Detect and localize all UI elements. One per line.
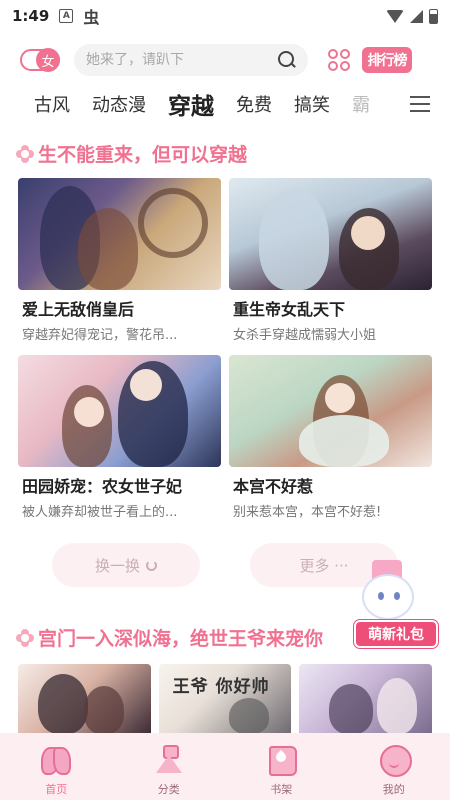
search-bar[interactable] bbox=[74, 44, 308, 76]
book-card[interactable]: 重生帝女乱天下 女杀手穿越成懦弱大小姐 bbox=[229, 178, 432, 343]
book-desc: 女杀手穿越成懦弱大小姐 bbox=[233, 328, 377, 343]
tab-gufeng[interactable]: 古风 bbox=[34, 91, 70, 117]
dress-icon bbox=[153, 743, 185, 775]
book-title: 爱上无敌俏皇后 bbox=[22, 300, 135, 319]
cover-brush-text: 王爷 你好帅 bbox=[172, 677, 270, 697]
nav-label: 分类 bbox=[157, 783, 180, 796]
book-cover-image[interactable] bbox=[18, 355, 221, 467]
notification-bug-icon: 虫 bbox=[83, 8, 100, 27]
rank-button[interactable]: 排行榜 bbox=[362, 47, 412, 73]
nav-label: 我的 bbox=[382, 783, 405, 796]
book-cover-image[interactable] bbox=[229, 355, 432, 467]
status-right bbox=[386, 8, 438, 24]
status-time: 1:49 bbox=[12, 7, 50, 25]
book-desc: 被人嫌弃却被世子看上的... bbox=[22, 505, 178, 520]
book-cover-image[interactable] bbox=[229, 178, 432, 290]
genre-tabs: 古风 动态漫 穿越 免费 搞笑 霸 bbox=[0, 84, 450, 124]
gift-package-badge[interactable]: 萌新礼包 bbox=[354, 560, 438, 652]
signal-icon bbox=[410, 9, 423, 23]
mascot-icon bbox=[362, 574, 414, 620]
book-row: 王爷 你好帅 bbox=[18, 664, 433, 734]
flower-icon bbox=[16, 628, 34, 647]
app-header: 女 排行榜 bbox=[0, 40, 450, 80]
book-icon bbox=[265, 743, 298, 776]
face-icon bbox=[378, 743, 412, 777]
book-card[interactable]: 爱上无敌俏皇后 穿越弃妃得宠记，警花吊... bbox=[18, 178, 221, 343]
nav-label: 书架 bbox=[270, 783, 293, 796]
refresh-button[interactable]: 换一换 bbox=[52, 543, 200, 587]
gender-label: 女 bbox=[36, 48, 60, 72]
section-title: 生不能重来，但可以穿越 bbox=[16, 140, 247, 167]
battery-icon bbox=[429, 8, 438, 24]
menu-icon[interactable] bbox=[410, 96, 430, 112]
book-cover-image[interactable] bbox=[18, 178, 221, 290]
more-label: 更多 ··· bbox=[299, 556, 349, 575]
tab-gaoxiao[interactable]: 搞笑 bbox=[294, 91, 330, 117]
nav-category[interactable]: 分类 bbox=[139, 743, 199, 797]
gift-label: 萌新礼包 bbox=[354, 620, 438, 648]
nav-home[interactable]: 首页 bbox=[26, 743, 86, 797]
book-title: 田园娇宠：农女世子妃 bbox=[22, 477, 183, 496]
book-title: 本宫不好惹 bbox=[233, 477, 314, 496]
flower-icon bbox=[16, 144, 34, 163]
butterfly-icon bbox=[40, 743, 72, 775]
book-cover-image[interactable] bbox=[299, 664, 433, 734]
section-title: 宫门一入深似海，绝世王爷来宠你 bbox=[16, 624, 323, 651]
status-bar: 1:49 A 虫 bbox=[0, 0, 450, 32]
book-cover-image[interactable] bbox=[18, 664, 151, 734]
book-desc: 别来惹本宫，本宫不好惹! bbox=[233, 505, 382, 520]
section-title-text: 宫门一入深似海，绝世王爷来宠你 bbox=[38, 628, 324, 650]
book-card[interactable]: 本宫不好惹 别来惹本宫，本宫不好惹! bbox=[229, 355, 432, 520]
category-grid-icon[interactable] bbox=[328, 49, 350, 71]
bottom-navigation: 首页 分类 书架 我的 bbox=[0, 733, 450, 800]
book-desc: 穿越弃妃得宠记，警花吊... bbox=[22, 328, 178, 343]
notification-a-icon: A bbox=[59, 9, 74, 23]
search-input[interactable] bbox=[86, 52, 278, 68]
book-card[interactable]: 田园娇宠：农女世子妃 被人嫌弃却被世子看上的... bbox=[18, 355, 221, 520]
nav-profile[interactable]: 我的 bbox=[364, 743, 424, 797]
tab-dongtaiman[interactable]: 动态漫 bbox=[92, 91, 146, 117]
refresh-icon bbox=[146, 559, 157, 571]
wifi-icon bbox=[386, 9, 404, 23]
tab-mianfei[interactable]: 免费 bbox=[236, 91, 272, 117]
book-grid: 爱上无敌俏皇后 穿越弃妃得宠记，警花吊... 重生帝女乱天下 女杀手穿越成懦弱大… bbox=[18, 178, 432, 520]
nav-label: 首页 bbox=[45, 783, 68, 796]
gender-toggle[interactable]: 女 bbox=[20, 48, 60, 72]
nav-bookshelf[interactable]: 书架 bbox=[251, 743, 311, 797]
search-icon[interactable] bbox=[278, 51, 296, 69]
refresh-label: 换一换 bbox=[94, 556, 140, 575]
book-title: 重生帝女乱天下 bbox=[233, 300, 346, 319]
tab-ba[interactable]: 霸 bbox=[352, 91, 370, 117]
tab-chuanyue[interactable]: 穿越 bbox=[168, 87, 214, 121]
book-cover-image[interactable]: 王爷 你好帅 bbox=[158, 664, 292, 734]
section-title-text: 生不能重来，但可以穿越 bbox=[38, 144, 248, 166]
